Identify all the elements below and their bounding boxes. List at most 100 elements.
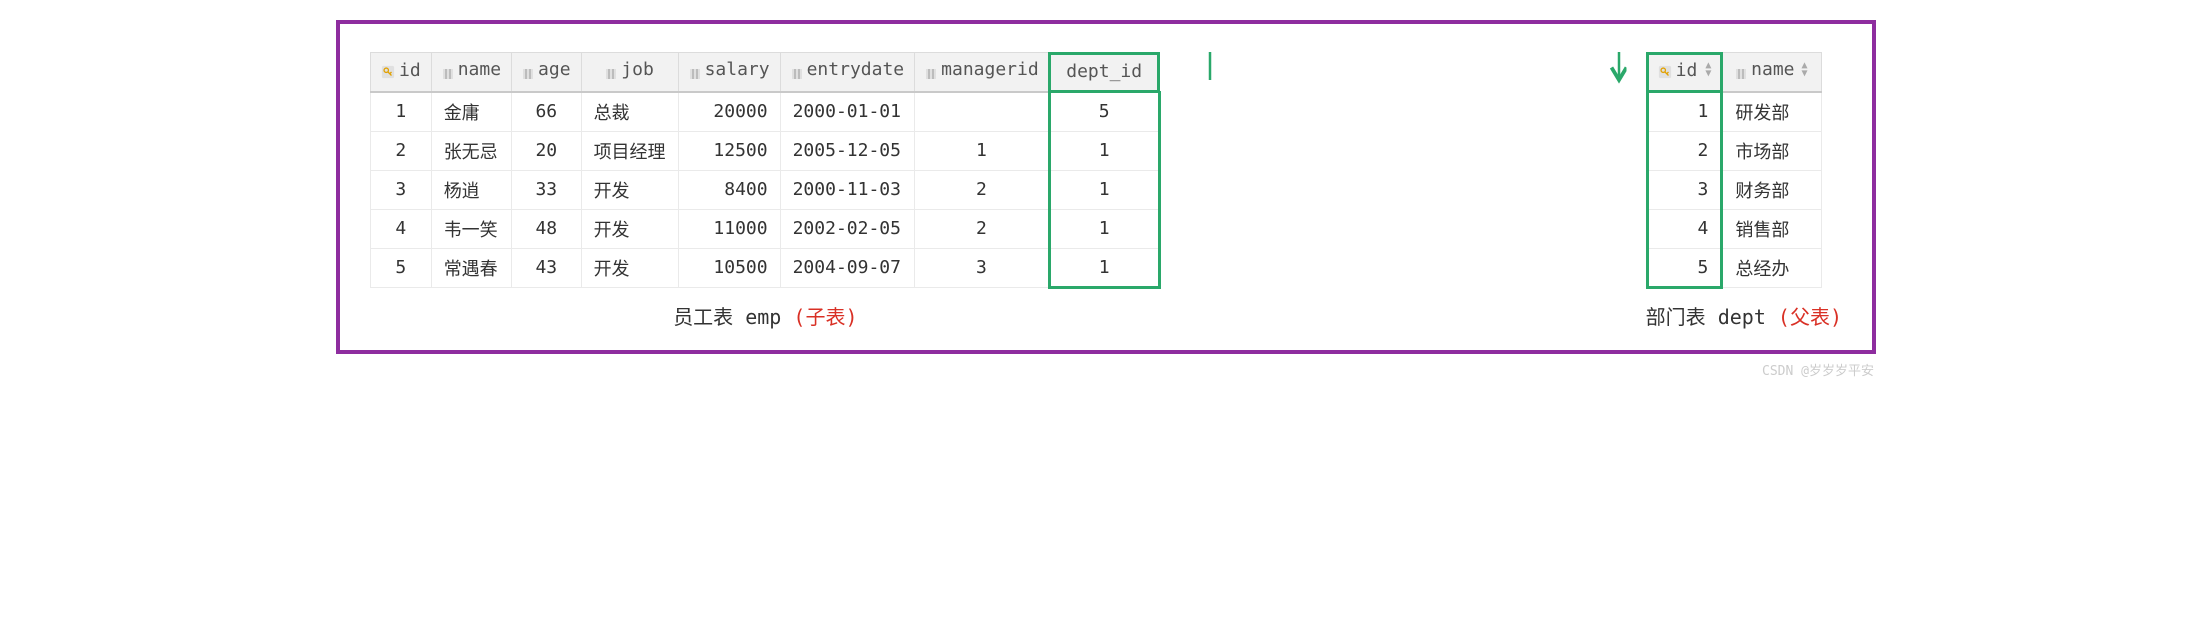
cell-entrydate: 2004-09-07 (780, 248, 915, 287)
cell-dept-id: 5 (1049, 92, 1159, 132)
emp-table: id name age job salary entrydate manager… (370, 52, 1161, 289)
dept-header-row: id ▲▼ name ▲▼ (1647, 53, 1822, 92)
column-icon (1735, 64, 1747, 76)
cell-managerid (915, 92, 1050, 132)
primary-key-icon (381, 63, 395, 77)
primary-key-icon (1658, 63, 1672, 77)
cell-name: 金庸 (431, 92, 511, 132)
cell-entrydate: 2000-01-01 (780, 92, 915, 132)
column-icon (522, 64, 534, 76)
dept-caption-text: 部门表 dept (1646, 305, 1778, 329)
table-row: 5常遇春43开发105002004-09-0731 (371, 248, 1160, 287)
cell-age: 20 (512, 131, 582, 170)
table-row: 3杨逍33开发84002000-11-0321 (371, 170, 1160, 209)
cell-entrydate: 2002-02-05 (780, 209, 915, 248)
col-salary: salary (678, 53, 780, 92)
col-dept-id: id ▲▼ (1647, 53, 1722, 92)
cell-entrydate: 2005-12-05 (780, 131, 915, 170)
cell-managerid: 3 (915, 248, 1050, 287)
cell-managerid: 1 (915, 131, 1050, 170)
cell-salary: 10500 (678, 248, 780, 287)
emp-caption-text: 员工表 emp (673, 305, 793, 329)
col-label: salary (705, 59, 770, 80)
col-id: id (371, 53, 432, 92)
cell-dept-id: 1 (1049, 131, 1159, 170)
col-label: name (458, 59, 501, 80)
table-row: 2张无忌20项目经理125002005-12-0511 (371, 131, 1160, 170)
column-icon (925, 64, 937, 76)
diagram-frame: id name age job salary entrydate manager… (336, 20, 1876, 354)
col-label: age (538, 59, 571, 80)
cell-age: 66 (512, 92, 582, 132)
sort-icon: ▲▼ (1801, 62, 1809, 78)
col-entrydate: entrydate (780, 53, 915, 92)
table-row: 1研发部 (1647, 92, 1822, 132)
col-label: job (621, 59, 654, 80)
cell-dept-name: 财务部 (1722, 170, 1822, 209)
emp-header-row: id name age job salary entrydate manager… (371, 53, 1160, 92)
cell-id: 3 (371, 170, 432, 209)
cell-id: 2 (371, 131, 432, 170)
column-icon (605, 64, 617, 76)
cell-salary: 8400 (678, 170, 780, 209)
column-icon (442, 64, 454, 76)
column-icon (791, 64, 803, 76)
dept-caption-red: (父表) (1778, 305, 1842, 329)
emp-table-block: id name age job salary entrydate manager… (370, 52, 1161, 330)
table-row: 1金庸66总裁200002000-01-015 (371, 92, 1160, 132)
cell-salary: 12500 (678, 131, 780, 170)
col-label: managerid (941, 59, 1039, 80)
dept-table: id ▲▼ name ▲▼ 1研发部2市场部3财务部4销售部5总经办 (1646, 52, 1823, 289)
table-row: 5总经办 (1647, 248, 1822, 287)
column-icon (689, 64, 701, 76)
col-managerid: managerid (915, 53, 1050, 92)
cell-dept-id: 1 (1049, 170, 1159, 209)
cell-id: 4 (371, 209, 432, 248)
col-label: entrydate (807, 59, 905, 80)
cell-name: 韦一笑 (431, 209, 511, 248)
cell-dept-name: 研发部 (1722, 92, 1822, 132)
cell-dept-id: 1 (1647, 92, 1722, 132)
table-row: 4韦一笑48开发110002002-02-0521 (371, 209, 1160, 248)
cell-salary: 11000 (678, 209, 780, 248)
cell-managerid: 2 (915, 170, 1050, 209)
cell-job: 开发 (581, 170, 678, 209)
cell-job: 开发 (581, 248, 678, 287)
col-name: name (431, 53, 511, 92)
table-row: 4销售部 (1647, 209, 1822, 248)
cell-age: 33 (512, 170, 582, 209)
cell-id: 5 (371, 248, 432, 287)
cell-job: 开发 (581, 209, 678, 248)
cell-name: 常遇春 (431, 248, 511, 287)
cell-entrydate: 2000-11-03 (780, 170, 915, 209)
cell-job: 项目经理 (581, 131, 678, 170)
cell-name: 张无忌 (431, 131, 511, 170)
cell-name: 杨逍 (431, 170, 511, 209)
emp-caption: 员工表 emp (子表) (370, 289, 1161, 330)
watermark: CSDN @岁岁岁平安 (336, 354, 1876, 379)
cell-dept-id: 5 (1647, 248, 1722, 287)
table-row: 3财务部 (1647, 170, 1822, 209)
col-dept-name: name ▲▼ (1722, 53, 1822, 92)
dept-table-block: id ▲▼ name ▲▼ 1研发部2市场部3财务部4销售部5总经办 部门表 dep… (1646, 52, 1842, 330)
cell-dept-id: 4 (1647, 209, 1722, 248)
col-label: id (1676, 60, 1698, 81)
dept-caption: 部门表 dept (父表) (1646, 289, 1842, 330)
cell-dept-id: 3 (1647, 170, 1722, 209)
cell-managerid: 2 (915, 209, 1050, 248)
col-label: id (399, 60, 421, 81)
cell-age: 43 (512, 248, 582, 287)
cell-dept-name: 销售部 (1722, 209, 1822, 248)
col-dept-id: dept_id (1049, 53, 1159, 92)
cell-salary: 20000 (678, 92, 780, 132)
col-label: name (1751, 59, 1794, 80)
sort-icon: ▲▼ (1703, 62, 1711, 78)
cell-dept-id: 1 (1049, 248, 1159, 287)
cell-dept-id: 1 (1049, 209, 1159, 248)
cell-dept-name: 总经办 (1722, 248, 1822, 287)
col-age: age (512, 53, 582, 92)
content-wrap: id name age job salary entrydate manager… (370, 52, 1842, 330)
cell-dept-id: 2 (1647, 131, 1722, 170)
cell-dept-name: 市场部 (1722, 131, 1822, 170)
col-job: job (581, 53, 678, 92)
